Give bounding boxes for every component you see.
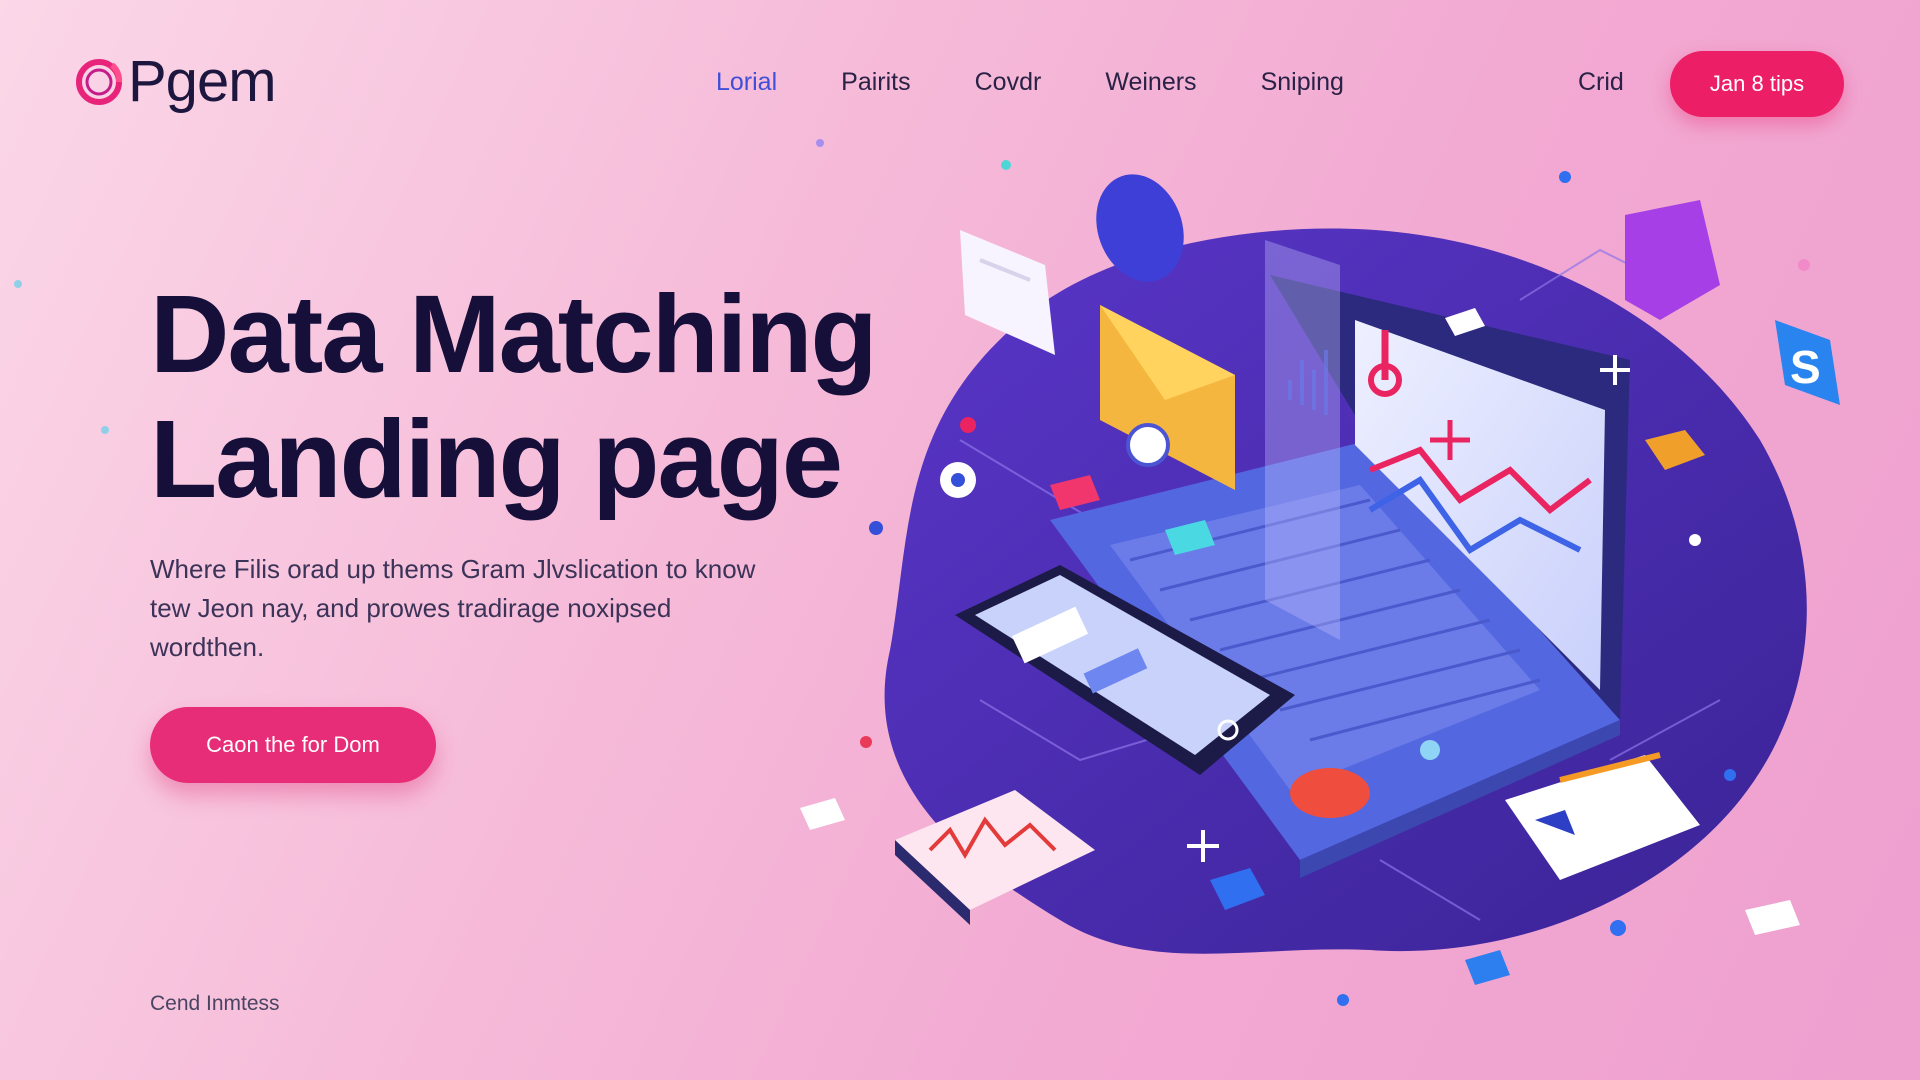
chart-card-icon [895,790,1095,925]
hero-description: Where Filis orad up thems Gram Jlvslicat… [150,554,756,662]
hero-cta-button[interactable]: Caon the for Dom [150,707,436,783]
laptop-icon [1050,275,1630,878]
smartphone-icon [955,565,1295,775]
background-blob [884,228,1807,954]
envelope-icon [1100,305,1235,490]
hero-title-line1: Data Matching [150,273,878,396]
logo-ring-icon [76,59,123,105]
nav-item-sniping[interactable]: Sniping [1261,68,1344,97]
header-cta-button[interactable]: Jan 8 tips [1670,51,1844,117]
nav-link-crid[interactable]: Crid [1578,68,1624,97]
main-nav: Lorial Pairits Covdr Weiners Sniping [716,68,1344,97]
svg-text:S: S [1790,341,1821,393]
brand-name: Pgem [128,49,277,114]
brand-logo[interactable]: Pgem [74,49,277,114]
header: Pgem Lorial Pairits Covdr Weiners Snipin… [0,0,1920,170]
hero-title: Data Matching Landing page [150,272,878,522]
plus-icon [1187,355,1630,862]
nav-item-pairits[interactable]: Pairits [841,68,910,97]
nav-item-weiners[interactable]: Weiners [1105,68,1196,97]
nav-item-lorial[interactable]: Lorial [716,68,777,97]
doc-card-icon [1505,752,1700,880]
nav-item-covdr[interactable]: Covdr [975,68,1042,97]
s-badge-icon [1775,320,1840,405]
footer-link[interactable]: Cend Inmtess [150,992,280,1016]
hero-title-line2: Landing page [150,398,843,521]
